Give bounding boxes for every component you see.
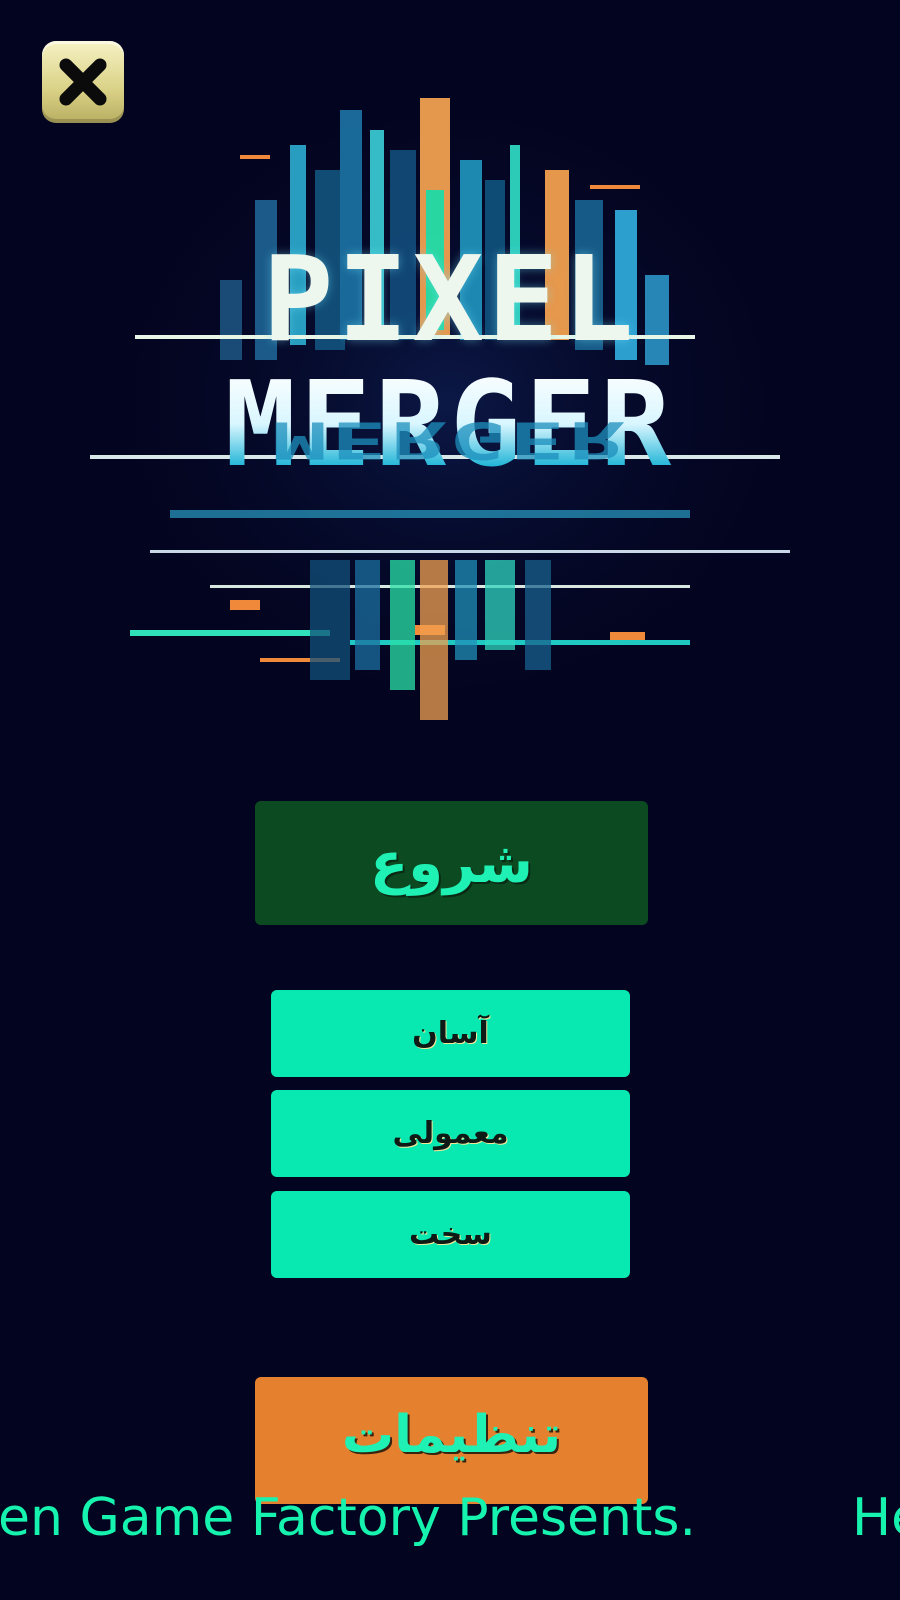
logo-title-reflection: MERGER [271, 410, 629, 470]
ticker-text-primary: en Game Factory Presents. [0, 1488, 697, 1548]
difficulty-normal-label: معمولی [392, 1116, 509, 1151]
credits-ticker: en Game Factory Presents. He [0, 1483, 900, 1553]
start-button-label: شروع [370, 830, 533, 896]
difficulty-hard-label: سخت [409, 1217, 492, 1252]
difficulty-easy-label: آسان [412, 1016, 489, 1051]
difficulty-hard-button[interactable]: سخت [271, 1191, 630, 1278]
difficulty-normal-button[interactable]: معمولی [271, 1090, 630, 1177]
difficulty-easy-button[interactable]: آسان [271, 990, 630, 1077]
start-button[interactable]: شروع [255, 801, 648, 925]
game-logo: PIXEL MERGER MERGER [90, 90, 810, 740]
ticker-text-secondary: He [852, 1488, 900, 1548]
settings-button-label: تنظیمات [341, 1405, 562, 1465]
logo-title-line1: PIXEL [262, 230, 638, 368]
